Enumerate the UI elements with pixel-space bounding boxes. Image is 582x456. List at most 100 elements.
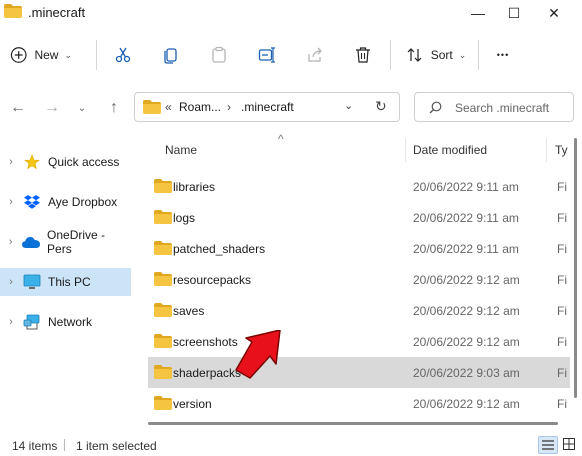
scissors-icon: [115, 47, 131, 63]
folder-icon: [4, 4, 22, 18]
close-button[interactable]: ✕: [534, 0, 574, 26]
arrow-up-icon: ↑: [110, 99, 118, 116]
chevron-down-icon: ⌄: [77, 102, 87, 114]
maximize-button[interactable]: ☐: [494, 0, 534, 26]
new-button[interactable]: New ⌄: [10, 26, 72, 84]
breadcrumb-overflow[interactable]: «: [165, 100, 172, 114]
file-row[interactable]: libraries 20/06/2022 9:11 am Fi: [148, 171, 582, 202]
column-header-name[interactable]: Name: [165, 138, 405, 162]
horizontal-scrollbar-thumb[interactable]: [148, 422, 558, 425]
file-row[interactable]: screenshots 20/06/2022 9:12 am Fi: [148, 326, 582, 357]
address-bar[interactable]: « Roam... › .minecraft ⌄ ↻: [134, 92, 400, 122]
sidebar-item-label: Aye Dropbox: [48, 195, 118, 209]
sidebar-item-onedrive[interactable]: › OneDrive - Pers: [0, 228, 131, 256]
sidebar-item-dropbox[interactable]: › Aye Dropbox: [0, 188, 131, 216]
refresh-icon[interactable]: ↻: [375, 98, 387, 115]
sidebar-item-label: Quick access: [48, 155, 120, 169]
file-date-modified: 20/06/2022 9:12 am: [413, 273, 520, 287]
command-bar: New ⌄ Sort ⌄ •••: [0, 26, 582, 84]
search-box[interactable]: Search .minecraft: [414, 92, 574, 122]
tiles-view-icon: [563, 438, 575, 450]
column-header-type-label: Ty: [555, 143, 568, 157]
scrollbar-thumb[interactable]: [574, 138, 577, 398]
new-label: New: [34, 48, 59, 62]
more-icon: •••: [496, 50, 510, 60]
sidebar-item-label: This PC: [48, 275, 91, 289]
file-type: Fi: [557, 242, 567, 256]
file-row[interactable]: patched_shaders 20/06/2022 9:11 am Fi: [148, 233, 582, 264]
sort-button[interactable]: Sort ⌄: [400, 26, 472, 84]
chevron-right-icon[interactable]: ›: [0, 236, 21, 248]
share-button[interactable]: [300, 26, 330, 84]
status-divider: [64, 439, 65, 451]
minimize-button[interactable]: —: [458, 0, 498, 26]
arrow-right-icon: →: [44, 99, 60, 116]
rename-button[interactable]: [252, 26, 282, 84]
file-row[interactable]: shaderpacks 20/06/2022 9:03 am Fi: [148, 357, 582, 388]
chevron-right-icon[interactable]: ›: [0, 316, 22, 328]
delete-button[interactable]: [348, 26, 378, 84]
folder-icon: [154, 396, 172, 410]
network-icon: [22, 314, 42, 330]
more-options-button[interactable]: •••: [488, 26, 518, 84]
breadcrumb-minecraft[interactable]: .minecraft: [241, 100, 294, 114]
plus-circle-icon: [10, 47, 27, 63]
sort-label: Sort: [430, 48, 453, 62]
folder-icon: [154, 210, 172, 224]
details-view-button[interactable]: [538, 436, 558, 454]
copy-button[interactable]: [156, 26, 186, 84]
sidebar-item-label: Network: [48, 315, 93, 329]
file-type: Fi: [557, 273, 567, 287]
file-name: saves: [173, 304, 205, 318]
paste-button[interactable]: [204, 26, 234, 84]
vertical-scrollbar[interactable]: [570, 132, 582, 430]
back-button[interactable]: ←: [6, 96, 30, 120]
file-name: version: [173, 397, 212, 411]
column-header-date-modified[interactable]: Date modified: [413, 138, 543, 162]
file-row[interactable]: resourcepacks 20/06/2022 9:12 am Fi: [148, 264, 582, 295]
sidebar-item-this-pc[interactable]: › This PC: [0, 268, 131, 296]
breadcrumb-separator[interactable]: ›: [227, 100, 231, 114]
file-date-modified: 20/06/2022 9:12 am: [413, 304, 520, 318]
arrow-left-icon: ←: [10, 99, 26, 116]
sidebar-item-quick-access[interactable]: › Quick access: [0, 148, 131, 176]
maximize-icon: ☐: [507, 4, 521, 21]
window-title: .minecraft: [28, 5, 86, 20]
chevron-right-icon[interactable]: ›: [0, 276, 22, 288]
file-type: Fi: [557, 180, 567, 194]
file-row[interactable]: version 20/06/2022 9:12 am Fi: [148, 388, 582, 419]
column-divider[interactable]: [405, 138, 406, 162]
chevron-down-icon[interactable]: ⌄: [344, 99, 353, 112]
file-name: resourcepacks: [173, 273, 252, 287]
file-row[interactable]: logs 20/06/2022 9:11 am Fi: [148, 202, 582, 233]
up-button[interactable]: ↑: [102, 96, 126, 120]
file-type: Fi: [557, 397, 567, 411]
cut-button[interactable]: [108, 26, 138, 84]
recent-locations-button[interactable]: ⌄: [70, 96, 94, 120]
close-icon: ✕: [548, 4, 560, 21]
trash-icon: [356, 47, 370, 63]
chevron-down-icon: ⌄: [458, 49, 467, 60]
status-bar: 14 items 1 item selected: [0, 430, 582, 456]
file-name: patched_shaders: [173, 242, 266, 256]
tiles-view-button[interactable]: [560, 436, 578, 452]
search-placeholder: Search .minecraft: [455, 101, 550, 115]
sidebar-item-network[interactable]: › Network: [0, 308, 131, 336]
column-divider[interactable]: [546, 138, 547, 162]
file-name: screenshots: [173, 335, 238, 349]
column-header-row: ^ Name Date modified Ty: [146, 132, 582, 162]
folder-icon: [154, 303, 172, 317]
details-view-icon: [542, 440, 554, 450]
chevron-right-icon[interactable]: ›: [0, 156, 22, 168]
copy-icon: [164, 48, 177, 64]
forward-button[interactable]: →: [40, 96, 64, 120]
file-date-modified: 20/06/2022 9:11 am: [413, 242, 519, 256]
chevron-down-icon: ⌄: [64, 49, 72, 60]
breadcrumb-roaming[interactable]: Roam...: [179, 100, 221, 114]
onedrive-cloud-icon: [21, 234, 41, 250]
file-date-modified: 20/06/2022 9:03 am: [413, 366, 520, 380]
file-name: shaderpacks: [173, 366, 242, 380]
file-row[interactable]: saves 20/06/2022 9:12 am Fi: [148, 295, 582, 326]
minimize-icon: —: [471, 5, 485, 21]
chevron-right-icon[interactable]: ›: [0, 196, 22, 208]
